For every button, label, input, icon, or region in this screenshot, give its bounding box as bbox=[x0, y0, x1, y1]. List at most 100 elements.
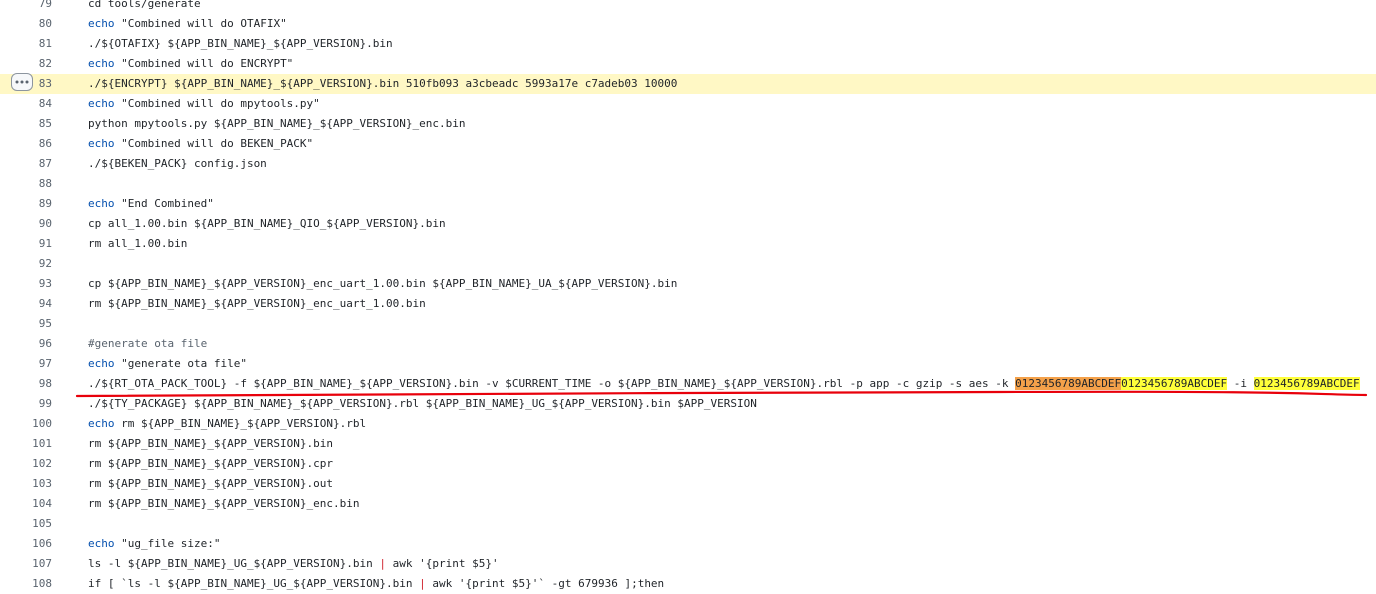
code-line: 92 bbox=[0, 254, 1376, 274]
code-text: ./${RT_OTA_PACK_TOOL} -f ${APP_BIN_NAME}… bbox=[88, 377, 1360, 390]
code-line: 94 rm ${APP_BIN_NAME}_${APP_VERSION}_enc_… bbox=[0, 294, 1376, 314]
line-number[interactable]: 104 bbox=[0, 494, 52, 514]
code-line: 100 echo rm ${APP_BIN_NAME}_${APP_VERSION… bbox=[0, 414, 1376, 434]
code-text: echo "ug_file size:" bbox=[88, 537, 221, 550]
keyword-token: echo bbox=[88, 17, 115, 30]
highlighted-key-part: 0123456789ABCDEF bbox=[1015, 377, 1122, 390]
code-line: 106 echo "ug_file size:" bbox=[0, 534, 1376, 554]
code-text: echo "generate ota file" bbox=[88, 357, 247, 370]
code-text: if [ `ls -l ${APP_BIN_NAME}_UG_${APP_VER… bbox=[88, 577, 665, 590]
line-number[interactable]: 102 bbox=[0, 454, 52, 474]
line-number[interactable]: 99 bbox=[0, 394, 52, 414]
code-text: rm ${APP_BIN_NAME}_${APP_VERSION}_enc.bi… bbox=[88, 497, 360, 510]
line-number[interactable]: 82 bbox=[0, 54, 52, 74]
highlighted-key-part: 0123456789ABCDEF bbox=[1121, 377, 1228, 390]
code-text: cd tools/generate bbox=[88, 0, 201, 10]
code-line: 79 cd tools/generate bbox=[0, 0, 1376, 14]
keyword-token: echo bbox=[88, 97, 115, 110]
keyword-token: echo bbox=[88, 57, 115, 70]
code-line: 108 if [ `ls -l ${APP_BIN_NAME}_UG_${APP_… bbox=[0, 574, 1376, 594]
code-text: ls -l ${APP_BIN_NAME}_UG_${APP_VERSION}.… bbox=[88, 557, 499, 570]
code-text: echo "Combined will do mpytools.py" bbox=[88, 97, 320, 110]
line-number[interactable]: 93 bbox=[0, 274, 52, 294]
keyword-token: echo bbox=[88, 357, 115, 370]
code-text: echo "Combined will do ENCRYPT" bbox=[88, 57, 294, 70]
line-number[interactable]: 105 bbox=[0, 514, 52, 534]
code-text: cp ${APP_BIN_NAME}_${APP_VERSION}_enc_ua… bbox=[88, 277, 678, 290]
line-number[interactable]: 86 bbox=[0, 134, 52, 154]
code-line: 85 python mpytools.py ${APP_BIN_NAME}_${A… bbox=[0, 114, 1376, 134]
code-line: 90 cp all_1.00.bin ${APP_BIN_NAME}_QIO_${… bbox=[0, 214, 1376, 234]
line-number[interactable]: 107 bbox=[0, 554, 52, 574]
line-number[interactable]: 80 bbox=[0, 14, 52, 34]
line-number[interactable]: 90 bbox=[0, 214, 52, 234]
code-text: echo "Combined will do BEKEN_PACK" bbox=[88, 137, 314, 150]
highlighted-iv: 0123456789ABCDEF bbox=[1253, 377, 1360, 390]
code-line: 88 bbox=[0, 174, 1376, 194]
code-line: 103 rm ${APP_BIN_NAME}_${APP_VERSION}.out bbox=[0, 474, 1376, 494]
code-text: ./${BEKEN_PACK} config.json bbox=[88, 157, 267, 170]
keyword-token: echo bbox=[88, 137, 115, 150]
line-number[interactable]: 85 bbox=[0, 114, 52, 134]
code-text: rm ${APP_BIN_NAME}_${APP_VERSION}.cpr bbox=[88, 457, 334, 470]
line-number[interactable]: 84 bbox=[0, 94, 52, 114]
line-number[interactable]: 106 bbox=[0, 534, 52, 554]
line-number[interactable]: 79 bbox=[0, 0, 52, 14]
code-text: echo "End Combined" bbox=[88, 197, 214, 210]
line-number[interactable]: 91 bbox=[0, 234, 52, 254]
code-line: 83 ./${ENCRYPT} ${APP_BIN_NAME}_${APP_VER… bbox=[0, 74, 1376, 94]
code-line: 95 bbox=[0, 314, 1376, 334]
comment-token: #generate ota file bbox=[88, 337, 208, 350]
code-line: 99 ./${TY_PACKAGE} ${APP_BIN_NAME}_${APP_… bbox=[0, 394, 1376, 414]
code-line: 105 bbox=[0, 514, 1376, 534]
code-text: rm all_1.00.bin bbox=[88, 237, 188, 250]
code-line: 80 echo "Combined will do OTAFIX" bbox=[0, 14, 1376, 34]
code-text: echo rm ${APP_BIN_NAME}_${APP_VERSION}.r… bbox=[88, 417, 367, 430]
line-number[interactable]: 88 bbox=[0, 174, 52, 194]
line-number[interactable]: 97 bbox=[0, 354, 52, 374]
code-line: 86 echo "Combined will do BEKEN_PACK" bbox=[0, 134, 1376, 154]
code-line: 91 rm all_1.00.bin bbox=[0, 234, 1376, 254]
line-number[interactable]: 81 bbox=[0, 34, 52, 54]
code-text: rm ${APP_BIN_NAME}_${APP_VERSION}_enc_ua… bbox=[88, 297, 426, 310]
code-text: python mpytools.py ${APP_BIN_NAME}_${APP… bbox=[88, 117, 466, 130]
code-line: 98 ./${RT_OTA_PACK_TOOL} -f ${APP_BIN_NAM… bbox=[0, 374, 1376, 394]
line-options-button[interactable] bbox=[11, 73, 33, 91]
code-line: 93 cp ${APP_BIN_NAME}_${APP_VERSION}_enc_… bbox=[0, 274, 1376, 294]
code-line: 84 echo "Combined will do mpytools.py" bbox=[0, 94, 1376, 114]
line-number[interactable]: 96 bbox=[0, 334, 52, 354]
code-line: 82 echo "Combined will do ENCRYPT" bbox=[0, 54, 1376, 74]
line-number[interactable]: 92 bbox=[0, 254, 52, 274]
code-line: 81 ./${OTAFIX} ${APP_BIN_NAME}_${APP_VERS… bbox=[0, 34, 1376, 54]
keyword-token: echo bbox=[88, 197, 115, 210]
line-number[interactable]: 100 bbox=[0, 414, 52, 434]
code-text: ./${ENCRYPT} ${APP_BIN_NAME}_${APP_VERSI… bbox=[88, 77, 678, 90]
code-text: ./${OTAFIX} ${APP_BIN_NAME}_${APP_VERSIO… bbox=[88, 37, 393, 50]
code-text: ./${TY_PACKAGE} ${APP_BIN_NAME}_${APP_VE… bbox=[88, 397, 757, 410]
code-line: 101 rm ${APP_BIN_NAME}_${APP_VERSION}.bin bbox=[0, 434, 1376, 454]
kebab-horizontal-icon bbox=[15, 80, 29, 84]
code-text: #generate ota file bbox=[88, 334, 207, 354]
line-number[interactable]: 94 bbox=[0, 294, 52, 314]
code-line: 87 ./${BEKEN_PACK} config.json bbox=[0, 154, 1376, 174]
line-number[interactable]: 101 bbox=[0, 434, 52, 454]
code-text: cp all_1.00.bin ${APP_BIN_NAME}_QIO_${AP… bbox=[88, 217, 446, 230]
code-line: 102 rm ${APP_BIN_NAME}_${APP_VERSION}.cpr bbox=[0, 454, 1376, 474]
keyword-token: echo bbox=[88, 537, 115, 550]
line-number[interactable]: 87 bbox=[0, 154, 52, 174]
code-line: 96 #generate ota file bbox=[0, 334, 1376, 354]
line-number[interactable]: 108 bbox=[0, 574, 52, 594]
code-line: 89 echo "End Combined" bbox=[0, 194, 1376, 214]
code-view: 79 cd tools/generate 80 echo "Combined will… bbox=[0, 0, 1376, 594]
code-line: 107 ls -l ${APP_BIN_NAME}_UG_${APP_VERSIO… bbox=[0, 554, 1376, 574]
line-number[interactable]: 95 bbox=[0, 314, 52, 334]
code-text: rm ${APP_BIN_NAME}_${APP_VERSION}.bin bbox=[88, 437, 334, 450]
line-number[interactable]: 89 bbox=[0, 194, 52, 214]
pipe-token: | bbox=[419, 577, 426, 590]
code-text: echo "Combined will do OTAFIX" bbox=[88, 17, 287, 30]
line-number[interactable]: 103 bbox=[0, 474, 52, 494]
line-number[interactable]: 98 bbox=[0, 374, 52, 394]
code-line: 104 rm ${APP_BIN_NAME}_${APP_VERSION}_enc… bbox=[0, 494, 1376, 514]
keyword-token: echo bbox=[88, 417, 115, 430]
code-text: rm ${APP_BIN_NAME}_${APP_VERSION}.out bbox=[88, 477, 334, 490]
